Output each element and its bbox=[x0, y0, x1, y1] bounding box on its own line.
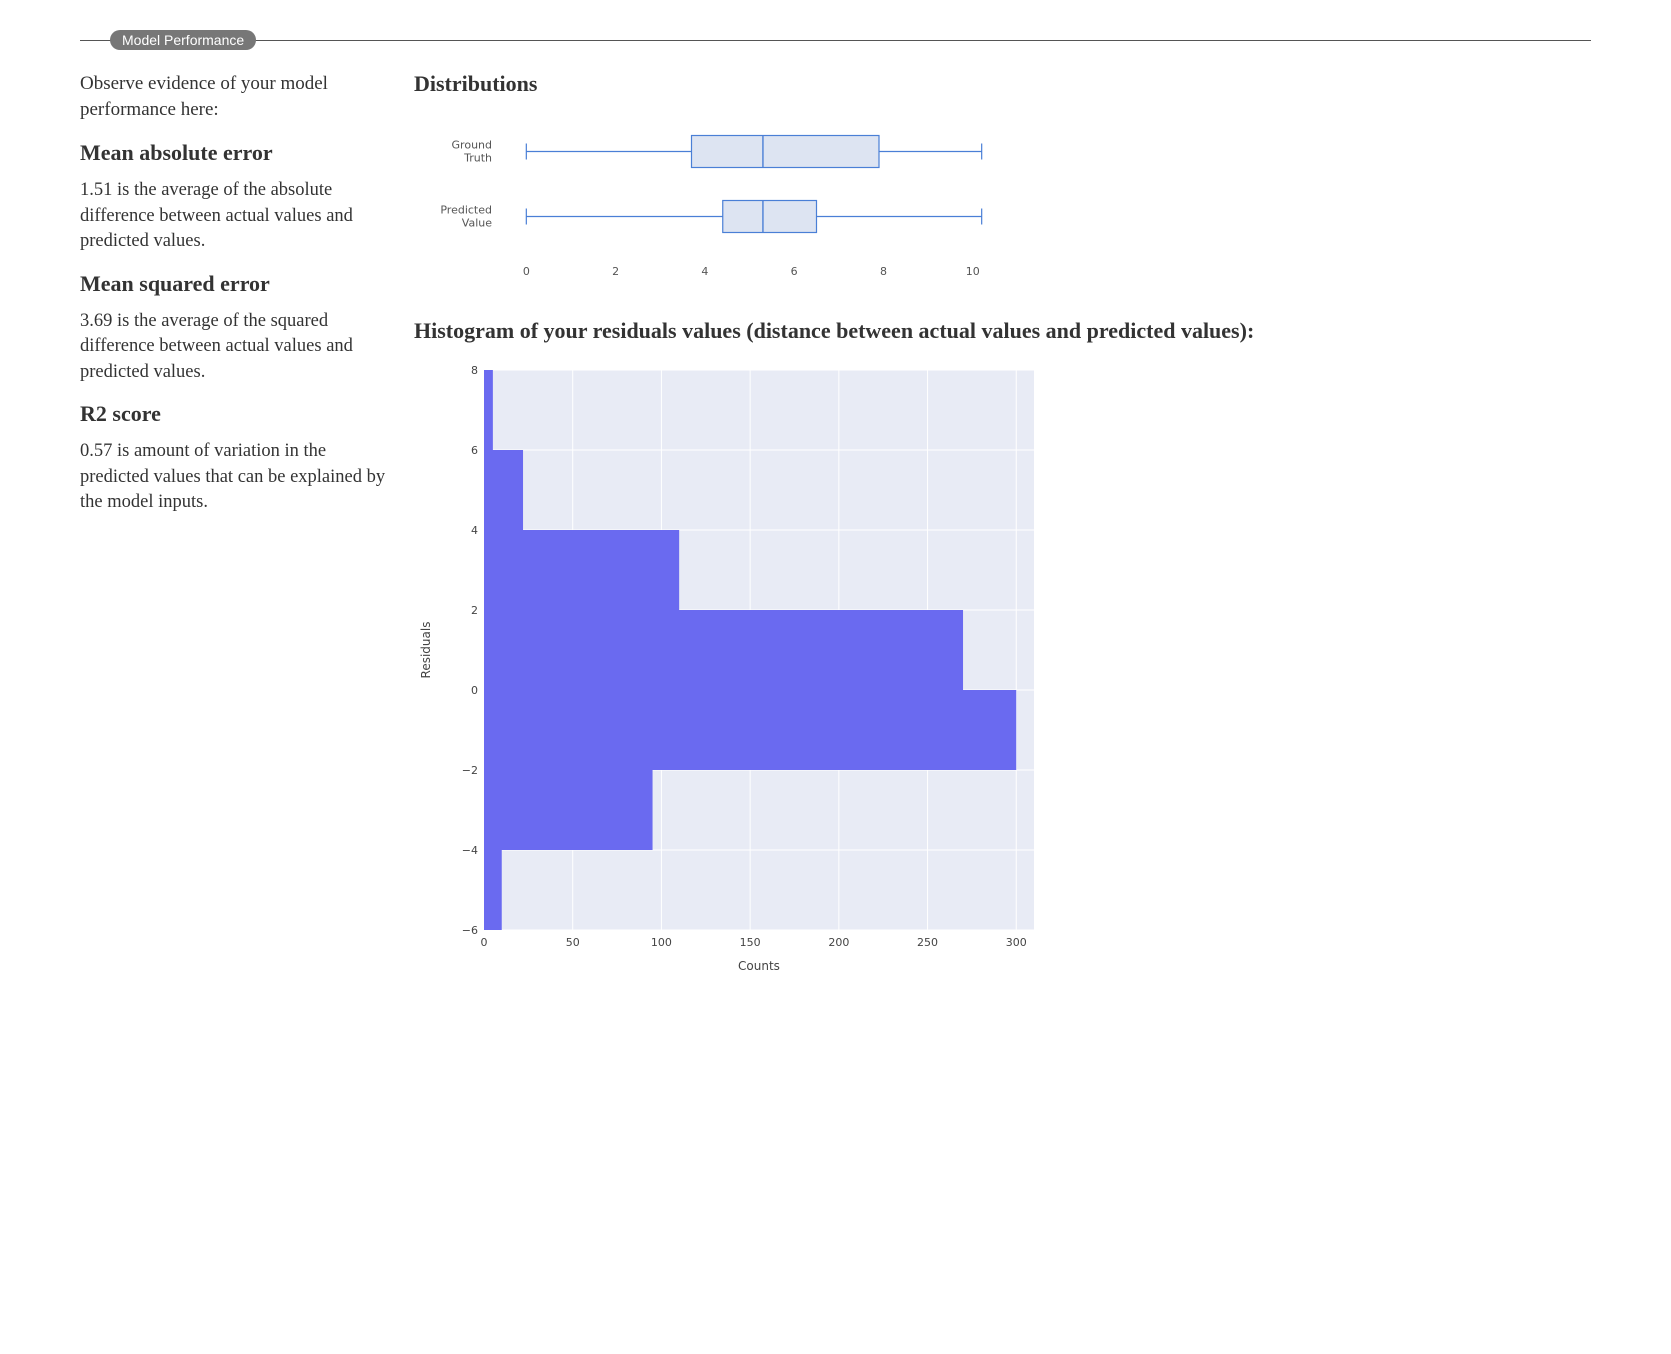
svg-text:4: 4 bbox=[471, 524, 478, 537]
svg-text:−2: −2 bbox=[462, 764, 478, 777]
svg-text:8: 8 bbox=[471, 364, 478, 377]
svg-text:0: 0 bbox=[471, 684, 478, 697]
svg-text:4: 4 bbox=[701, 265, 708, 278]
svg-text:2: 2 bbox=[612, 265, 619, 278]
boxplot-chart: GroundTruth PredictedValue 0 2 4 6 8 10 bbox=[414, 113, 1591, 288]
svg-text:0: 0 bbox=[523, 265, 530, 278]
svg-text:Counts: Counts bbox=[738, 959, 780, 973]
svg-text:−6: −6 bbox=[462, 924, 478, 937]
svg-text:Residuals: Residuals bbox=[419, 622, 433, 679]
intro-text: Observe evidence of your model performan… bbox=[80, 71, 390, 122]
boxplot-svg: GroundTruth PredictedValue 0 2 4 6 8 10 bbox=[414, 113, 1024, 283]
svg-text:200: 200 bbox=[828, 936, 849, 949]
r2-heading: R2 score bbox=[80, 401, 390, 427]
left-column: Observe evidence of your model performan… bbox=[80, 71, 390, 985]
svg-text:8: 8 bbox=[880, 265, 887, 278]
distributions-heading: Distributions bbox=[414, 71, 1591, 97]
svg-text:6: 6 bbox=[471, 444, 478, 457]
histogram-chart: 0 50 100 150 200 250 300 −6 −4 −2 0 2 4 6 8 Counts Resid… bbox=[414, 360, 1591, 985]
mse-text: 3.69 is the average of the squared diffe… bbox=[80, 309, 390, 386]
svg-text:Predicted: Predicted bbox=[440, 204, 492, 217]
mse-heading: Mean squared error bbox=[80, 271, 390, 297]
histogram-heading: Histogram of your residuals values (dist… bbox=[414, 318, 1591, 344]
r2-text: 0.57 is amount of variation in the predi… bbox=[80, 439, 390, 516]
mae-text: 1.51 is the average of the absolute diff… bbox=[80, 178, 390, 255]
mae-heading: Mean absolute error bbox=[80, 140, 390, 166]
panel-divider: Model Performance bbox=[80, 40, 1591, 41]
svg-text:2: 2 bbox=[471, 604, 478, 617]
svg-text:Truth: Truth bbox=[463, 152, 492, 165]
svg-text:Value: Value bbox=[462, 217, 492, 230]
svg-text:Ground: Ground bbox=[452, 139, 492, 152]
svg-text:300: 300 bbox=[1006, 936, 1027, 949]
svg-text:10: 10 bbox=[966, 265, 980, 278]
content-columns: Observe evidence of your model performan… bbox=[80, 71, 1591, 985]
svg-text:0: 0 bbox=[481, 936, 488, 949]
right-column: Distributions GroundTruth PredictedValue 0… bbox=[414, 71, 1591, 985]
svg-text:6: 6 bbox=[791, 265, 798, 278]
svg-text:150: 150 bbox=[740, 936, 761, 949]
svg-text:100: 100 bbox=[651, 936, 672, 949]
panel-title-pill: Model Performance bbox=[110, 30, 256, 50]
histogram-svg: 0 50 100 150 200 250 300 −6 −4 −2 0 2 4 6 8 Counts Resid… bbox=[414, 360, 1054, 980]
svg-text:−4: −4 bbox=[462, 844, 478, 857]
svg-text:250: 250 bbox=[917, 936, 938, 949]
svg-text:50: 50 bbox=[566, 936, 580, 949]
